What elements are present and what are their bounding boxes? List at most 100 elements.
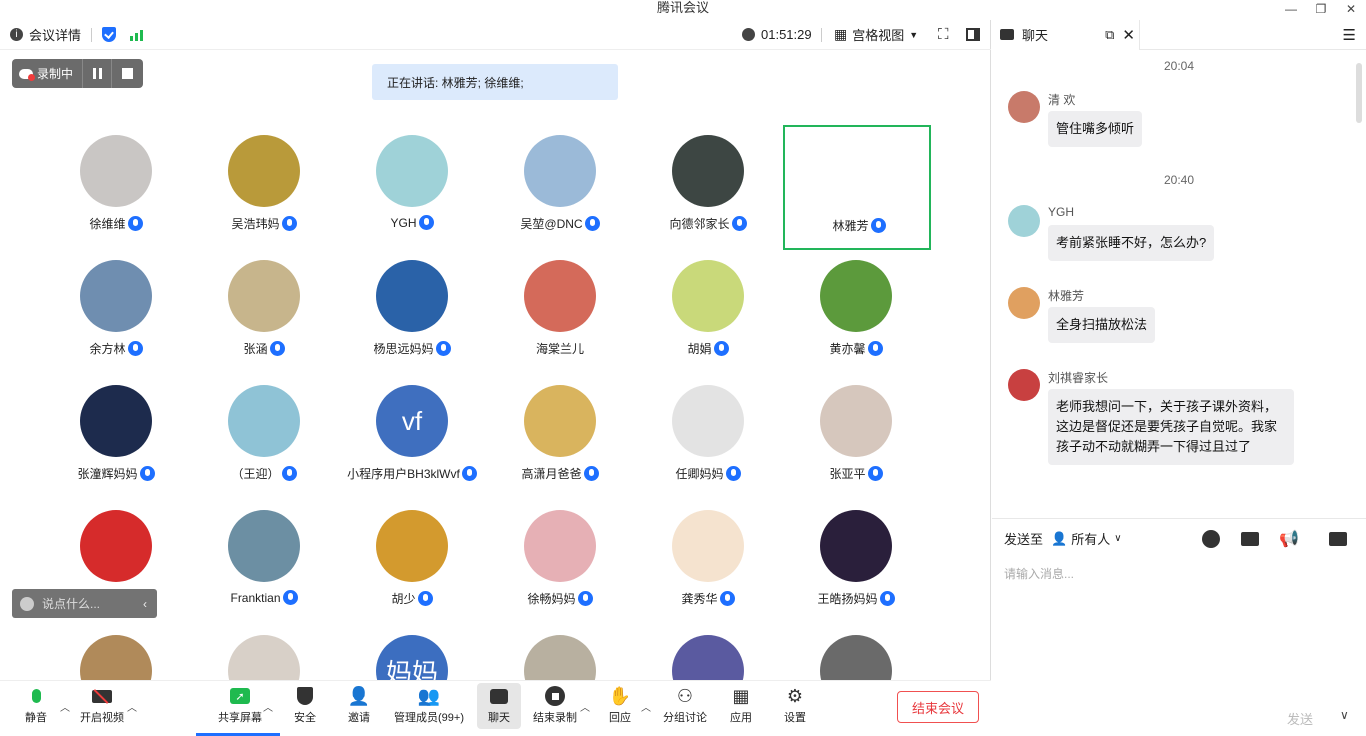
chevron-up-icon[interactable]: ︿: [580, 699, 590, 714]
chevron-down-icon: ▼: [909, 29, 919, 40]
grid-view-icon: ▦: [834, 26, 848, 42]
close-icon[interactable]: ✕: [1122, 26, 1135, 44]
participant-name-row: 林雅芳: [785, 217, 933, 234]
divider: [91, 27, 93, 42]
recipient-dropdown[interactable]: 👤 所有人 ∨: [1051, 529, 1122, 548]
security-button[interactable]: 安全: [275, 685, 335, 725]
minimize-icon[interactable]: —: [1276, 0, 1306, 18]
participant-tile[interactable]: 高潇月爸爸: [486, 375, 634, 500]
participant-tile[interactable]: 张亚平: [782, 375, 930, 500]
chat-message-list[interactable]: 20:04 清 欢管住嘴多倾听 20:40 YGH 考前紧张睡不好，怎么办? 林雅芳 全身扫…: [992, 51, 1366, 518]
participant-tile[interactable]: vf 小程序用户BH3klWvf: [338, 375, 486, 500]
send-to-label: 发送至: [1004, 532, 1044, 547]
start-video-button[interactable]: 开启视频: [72, 685, 132, 725]
settings-button[interactable]: ⚙ 设置: [765, 685, 825, 725]
participant-tile[interactable]: 吴浩玮妈: [190, 125, 338, 250]
mic-active-icon: [417, 591, 433, 606]
send-button[interactable]: 发送: [1287, 709, 1313, 728]
participant-tile[interactable]: 杨思远妈妈: [338, 250, 486, 375]
participant-tile[interactable]: （王迎）: [190, 375, 338, 500]
meeting-info-button[interactable]: i 会议详情: [10, 25, 81, 44]
pause-recording-button[interactable]: [82, 59, 111, 88]
participant-tile[interactable]: 徐维维: [42, 125, 190, 250]
participant-tile[interactable]: Franktian: [190, 500, 338, 625]
avatar: [376, 135, 448, 207]
react-label: 回应: [609, 712, 631, 724]
meeting-toolbar: 静音 ︿ 开启视频 ︿ ➚ 共享屏幕 ︿ 安全 👤 邀请 👥 管理成员(99+)…: [0, 680, 991, 736]
stop-record-icon: [544, 685, 566, 707]
collapse-icon[interactable]: ‹: [143, 597, 147, 611]
participant-tile[interactable]: 林雅芳: [783, 125, 931, 250]
participant-name-row: 杨思远妈妈: [338, 340, 486, 357]
avatar: [672, 385, 744, 457]
participant-tile[interactable]: 余方林: [42, 250, 190, 375]
invite-button[interactable]: 👤 邀请: [329, 685, 389, 725]
manage-members-label: 管理成员(99+): [394, 712, 464, 724]
participant-tile[interactable]: 徐畅妈妈: [486, 500, 634, 625]
chat-button[interactable]: 聊天: [477, 683, 521, 729]
participant-tile[interactable]: 王皓扬妈妈: [782, 500, 930, 625]
share-screen-button[interactable]: ➚ 共享屏幕: [210, 685, 270, 725]
sender-avatar: [1008, 91, 1040, 123]
security-shield-icon[interactable]: [102, 27, 117, 42]
participant-tile[interactable]: 张潼辉妈妈: [42, 375, 190, 500]
mic-active-icon: [719, 591, 735, 606]
popout-icon[interactable]: ⧉: [1105, 27, 1114, 43]
breakout-rooms-button[interactable]: ⚇ 分组讨论: [655, 685, 715, 725]
manage-members-button[interactable]: 👥 管理成员(99+): [388, 685, 470, 725]
megaphone-icon[interactable]: 📢: [1279, 529, 1299, 549]
participant-tile[interactable]: 黄亦馨: [782, 250, 930, 375]
chat-scrollbar[interactable]: [1356, 63, 1362, 123]
cloud-record-icon: [19, 68, 35, 81]
share-screen-icon: ➚: [229, 685, 251, 707]
fullscreen-icon[interactable]: ⛶: [938, 26, 949, 43]
restore-icon[interactable]: ❐: [1306, 0, 1336, 18]
participant-grid: 徐维维 吴浩玮妈 YGH 吴堃@DNC 向德邻家长 林雅芳余方林 张涵 杨思远妈妈 海棠兰儿 胡娟…: [42, 125, 942, 695]
participant-tile[interactable]: 吴堃@DNC: [486, 125, 634, 250]
close-icon[interactable]: ✕: [1336, 0, 1366, 18]
chevron-up-icon[interactable]: ︿: [127, 699, 137, 714]
end-meeting-button[interactable]: 结束会议: [897, 691, 979, 723]
menu-icon[interactable]: ☰: [1343, 26, 1356, 44]
stop-recording-toolbar-button[interactable]: 结束录制: [525, 685, 585, 725]
participant-name: 张亚平: [829, 467, 866, 481]
chat-timestamp: 20:40: [1163, 173, 1195, 187]
view-mode-dropdown[interactable]: ▦ 宫格视图 ▼: [834, 25, 918, 44]
participant-name-row: 胡娟: [634, 340, 782, 357]
participant-tile[interactable]: 胡娟: [634, 250, 782, 375]
user-icon: 👤: [1051, 530, 1068, 546]
chat-settings-icon[interactable]: [1329, 531, 1347, 546]
chevron-down-icon: ∨: [1114, 533, 1122, 544]
participant-name: 杨思远妈妈: [373, 342, 434, 356]
chevron-up-icon[interactable]: ︿: [60, 699, 70, 714]
participant-name: 任卿妈妈: [675, 467, 724, 481]
participant-tile[interactable]: 张涵: [190, 250, 338, 375]
mic-active-icon: [127, 216, 143, 231]
stop-recording-button[interactable]: [111, 59, 142, 88]
floating-chat-input[interactable]: 说点什么... ‹: [12, 589, 157, 618]
apps-button[interactable]: ▦ 应用: [711, 685, 771, 725]
chevron-down-icon[interactable]: ∨: [1340, 708, 1349, 722]
participant-tile[interactable]: 胡少: [338, 500, 486, 625]
sidebar-toggle-icon[interactable]: [966, 28, 980, 41]
file-icon[interactable]: [1241, 531, 1259, 546]
participant-name-row: 张潼辉妈妈: [42, 465, 190, 482]
participant-tile[interactable]: 海棠兰儿: [486, 250, 634, 375]
participant-tile[interactable]: 龚秀华: [634, 500, 782, 625]
participant-name-row: （王迎）: [190, 465, 338, 482]
participant-name-row: 胡少: [338, 590, 486, 607]
participant-tile[interactable]: 任卿妈妈: [634, 375, 782, 500]
chat-message-input[interactable]: 请输入消息...: [1004, 565, 1074, 582]
participant-tile[interactable]: 向德邻家长: [634, 125, 782, 250]
avatar: [524, 260, 596, 332]
breakout-label: 分组讨论: [663, 712, 707, 724]
tab-chat[interactable]: 聊天 ⧉ ✕: [992, 19, 1140, 50]
chat-label: 聊天: [488, 712, 510, 724]
mute-button[interactable]: 静音: [6, 685, 66, 725]
chevron-up-icon[interactable]: ︿: [641, 699, 651, 714]
avatar: [672, 135, 744, 207]
chevron-up-icon[interactable]: ︿: [263, 699, 273, 714]
network-signal-icon[interactable]: [130, 29, 144, 41]
emoji-icon[interactable]: [1202, 529, 1220, 548]
participant-tile[interactable]: YGH: [338, 125, 486, 250]
